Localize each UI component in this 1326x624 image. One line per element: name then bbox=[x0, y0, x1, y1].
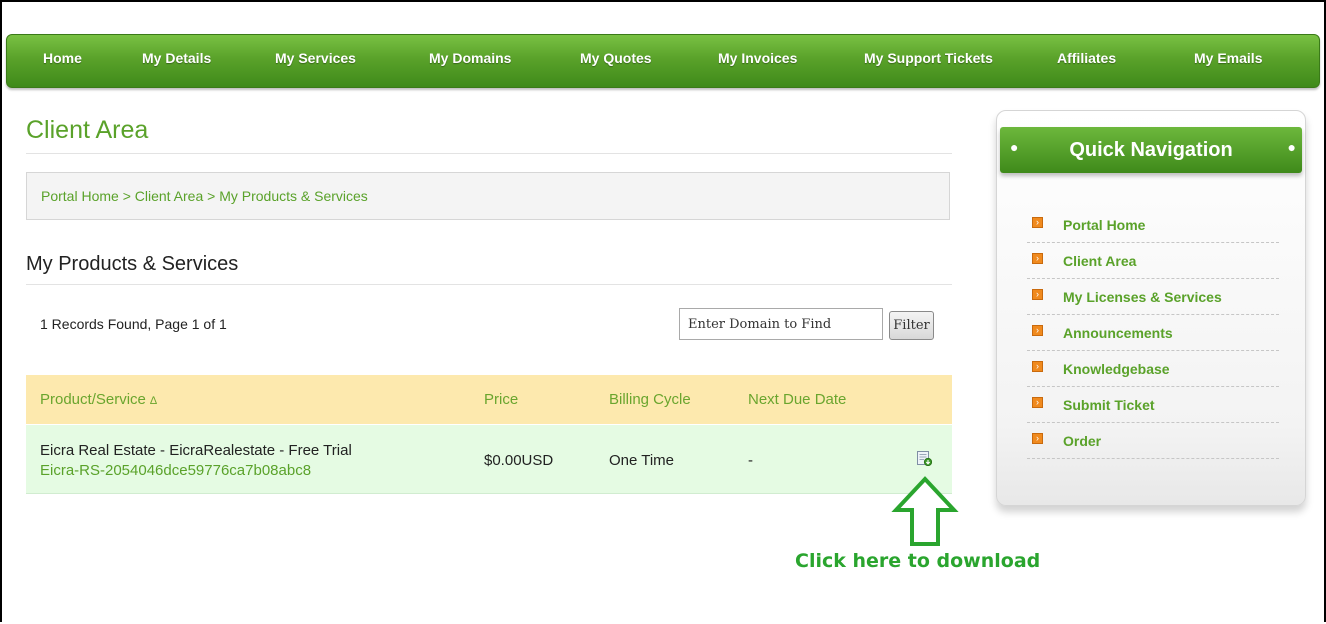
nav-home[interactable]: Home bbox=[43, 50, 82, 66]
orange-arrow-bullet-icon: › bbox=[1032, 289, 1043, 300]
product-license-link[interactable]: Eicra-RS-2054046dce59776ca7b08abc8 bbox=[40, 462, 311, 479]
product-billing-cycle: One Time bbox=[609, 452, 675, 469]
quick-nav-item-client-area[interactable]: › Client Area bbox=[1027, 243, 1279, 279]
column-price[interactable]: Price bbox=[484, 391, 518, 408]
breadcrumb-trail[interactable]: Portal Home > Client Area > My Products … bbox=[41, 188, 368, 204]
product-name: Eicra Real Estate - EicraRealestate - Fr… bbox=[40, 442, 352, 459]
nav-my-domains[interactable]: My Domains bbox=[429, 50, 511, 66]
quick-nav-label: Submit Ticket bbox=[1063, 397, 1155, 413]
column-product-service[interactable]: Product/Service ∆ bbox=[40, 391, 157, 408]
nav-my-details[interactable]: My Details bbox=[142, 50, 211, 66]
column-billing-cycle[interactable]: Billing Cycle bbox=[609, 391, 691, 408]
nav-my-emails[interactable]: My Emails bbox=[1194, 50, 1262, 66]
breadcrumb: Portal Home > Client Area > My Products … bbox=[26, 172, 950, 220]
bullet-dot-icon: ● bbox=[1287, 139, 1296, 155]
quick-nav-item-knowledgebase[interactable]: › Knowledgebase bbox=[1027, 351, 1279, 387]
table-header: Product/Service ∆ Price Billing Cycle Ne… bbox=[26, 375, 952, 424]
table-row: Eicra Real Estate - EicraRealestate - Fr… bbox=[26, 425, 952, 494]
quick-nav-item-order[interactable]: › Order bbox=[1027, 423, 1279, 459]
domain-search-input[interactable] bbox=[679, 308, 883, 340]
orange-arrow-bullet-icon: › bbox=[1032, 325, 1043, 336]
quick-nav-label: Knowledgebase bbox=[1063, 361, 1170, 377]
page-title: Client Area bbox=[26, 116, 149, 144]
quick-nav-item-portal-home[interactable]: › Portal Home bbox=[1027, 207, 1279, 243]
orange-arrow-bullet-icon: › bbox=[1032, 433, 1043, 444]
nav-affiliates[interactable]: Affiliates bbox=[1057, 50, 1116, 66]
orange-arrow-bullet-icon: › bbox=[1032, 361, 1043, 372]
column-next-due-date[interactable]: Next Due Date bbox=[748, 391, 846, 408]
quick-nav-label: Order bbox=[1063, 433, 1102, 449]
quick-navigation-header: ● Quick Navigation ● bbox=[1000, 127, 1302, 173]
quick-nav-label: My Licenses & Services bbox=[1063, 289, 1222, 305]
orange-arrow-bullet-icon: › bbox=[1032, 217, 1043, 228]
nav-my-invoices[interactable]: My Invoices bbox=[718, 50, 797, 66]
download-icon[interactable] bbox=[916, 450, 932, 466]
nav-my-services[interactable]: My Services bbox=[275, 50, 356, 66]
quick-nav-label: Client Area bbox=[1063, 253, 1137, 269]
top-nav: Home My Details My Services My Domains M… bbox=[6, 34, 1320, 88]
quick-nav-label: Portal Home bbox=[1063, 217, 1146, 233]
quick-navigation-list: › Portal Home › Client Area › My License… bbox=[1027, 207, 1279, 459]
orange-arrow-bullet-icon: › bbox=[1032, 397, 1043, 408]
quick-nav-item-submit-ticket[interactable]: › Submit Ticket bbox=[1027, 387, 1279, 423]
quick-navigation-title: Quick Navigation bbox=[1069, 139, 1233, 161]
section-divider bbox=[26, 284, 952, 285]
nav-my-support-tickets[interactable]: My Support Tickets bbox=[864, 50, 993, 66]
quick-nav-label: Announcements bbox=[1063, 325, 1173, 341]
product-price: $0.00USD bbox=[484, 452, 554, 469]
sort-up-icon: ∆ bbox=[150, 395, 157, 407]
up-arrow-icon bbox=[891, 476, 959, 546]
section-title: My Products & Services bbox=[26, 253, 239, 275]
title-divider bbox=[26, 153, 952, 154]
download-caption: Click here to download bbox=[795, 550, 1041, 572]
quick-nav-item-announcements[interactable]: › Announcements bbox=[1027, 315, 1279, 351]
column-product-service-label: Product/Service bbox=[40, 391, 146, 408]
filter-button[interactable]: Filter bbox=[889, 311, 934, 340]
product-next-due-date: - bbox=[748, 452, 753, 469]
orange-arrow-bullet-icon: › bbox=[1032, 253, 1043, 264]
nav-my-quotes[interactable]: My Quotes bbox=[580, 50, 652, 66]
records-count: 1 Records Found, Page 1 of 1 bbox=[40, 316, 227, 332]
quick-nav-item-licenses-services[interactable]: › My Licenses & Services bbox=[1027, 279, 1279, 315]
